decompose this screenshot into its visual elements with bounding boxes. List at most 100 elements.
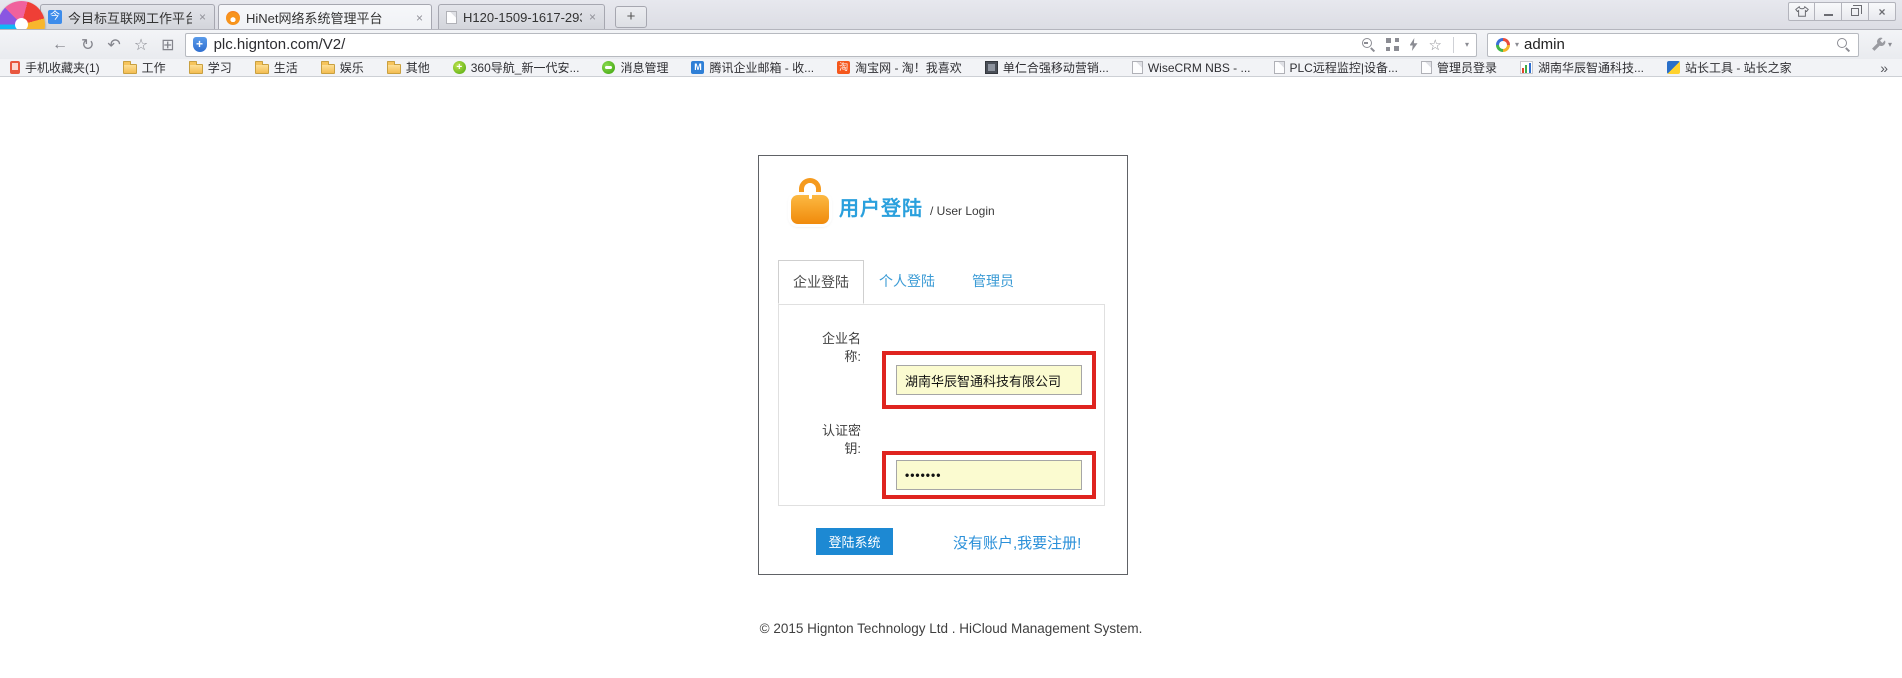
taobao-icon: 淘 (837, 61, 850, 74)
tools-menu-button[interactable]: ▾ (1871, 37, 1892, 52)
browser-tab-strip: 今 今目标互联网工作平台 × HiNet网络系统管理平台 × H120-1509… (0, 0, 1902, 29)
bookmark-label: 360导航_新一代安... (471, 59, 580, 76)
bookmark-taobao[interactable]: 淘 淘宝网 - 淘！我喜欢 (837, 59, 962, 76)
address-bar[interactable]: + plc.hignton.com/V2/ ☆ ▾ (185, 33, 1477, 57)
refresh-button[interactable]: ↻ (81, 35, 94, 55)
bookmark-folder-entertainment[interactable]: 娱乐 (321, 59, 364, 76)
bookmark-tencent-mail[interactable]: M 腾讯企业邮箱 - 收... (691, 59, 814, 76)
bookmark-label: 站长工具 - 站长之家 (1685, 59, 1792, 76)
bookmark-folder-study[interactable]: 学习 (189, 59, 232, 76)
bookmark-plc-monitor[interactable]: PLC远程监控|设备... (1274, 59, 1398, 76)
doc-icon (1274, 61, 1285, 74)
enterprise-name-input[interactable] (896, 365, 1082, 395)
bookmark-admin-login[interactable]: 管理员登录 (1421, 59, 1497, 76)
restore-button[interactable] (1842, 2, 1869, 21)
360-nav-icon: + (453, 61, 466, 74)
search-engine-dropdown-icon[interactable]: ▾ (1515, 40, 1519, 49)
lock-icon (791, 178, 829, 224)
minimize-button[interactable] (1815, 2, 1842, 21)
bookmark-label: 工作 (142, 59, 166, 76)
divider (1453, 37, 1454, 53)
tab-title: 今目标互联网工作平台 (68, 8, 192, 27)
folder-icon (189, 64, 203, 74)
bookmark-chinaz[interactable]: 站长工具 - 站长之家 (1667, 59, 1792, 76)
search-input[interactable]: admin (1524, 36, 1832, 53)
browser-toolbar: ← ↻ ↶ ☆ ⊞ + plc.hignton.com/V2/ ☆ ▾ ▾ ad… (0, 29, 1902, 59)
tab-enterprise-login[interactable]: 企业登陆 (778, 260, 864, 304)
bookmark-wisecrm[interactable]: WiseCRM NBS - ... (1132, 61, 1251, 75)
qr-code-icon[interactable] (1386, 38, 1399, 51)
login-button[interactable]: 登陆系统 (816, 528, 893, 555)
favorite-button[interactable]: ☆ (134, 35, 148, 55)
zoom-icon[interactable] (1362, 38, 1375, 51)
bookmark-label: 手机收藏夹(1) (25, 59, 100, 76)
star-bookmark-icon[interactable]: ☆ (1429, 36, 1442, 54)
bookmark-label: PLC远程监控|设备... (1290, 59, 1398, 76)
login-form: 企业名称: 认证密钥: (778, 304, 1105, 506)
shield-icon[interactable]: + (193, 37, 207, 52)
url-dropdown-icon[interactable]: ▾ (1465, 40, 1469, 49)
back-button[interactable]: ← (52, 36, 68, 54)
search-icon[interactable] (1837, 38, 1850, 51)
bookmark-label: 其他 (406, 59, 430, 76)
bookmark-mobile-favorites[interactable]: 手机收藏夹(1) (10, 59, 100, 76)
enterprise-name-highlight (882, 351, 1096, 409)
skin-button[interactable] (1788, 2, 1815, 21)
bookmark-message-manage[interactable]: 消息管理 (602, 59, 668, 76)
tab-close-icon[interactable]: × (415, 11, 424, 25)
page-content: 用户登陆 / User Login 企业登陆 个人登陆 管理员 企业名称: 认证… (0, 78, 1902, 678)
tab-close-icon[interactable]: × (588, 10, 597, 24)
doc-icon (1421, 61, 1432, 74)
window-controls: × (1788, 2, 1896, 21)
close-window-button[interactable]: × (1869, 2, 1896, 21)
bookmark-shanren[interactable]: 单仁合强移动营销... (985, 59, 1109, 76)
bookmarks-overflow-button[interactable]: » (1880, 60, 1892, 76)
bookmark-360-nav[interactable]: + 360导航_新一代安... (453, 59, 580, 76)
lightning-icon[interactable] (1410, 38, 1418, 51)
search-bar[interactable]: ▾ admin (1487, 33, 1859, 57)
tools-dropdown-icon: ▾ (1888, 40, 1892, 49)
auth-key-label: 认证密钥: (817, 422, 861, 458)
new-tab-button[interactable]: + (615, 6, 647, 28)
minimize-icon (1824, 14, 1833, 16)
close-icon: × (1878, 5, 1885, 19)
grid-button[interactable]: ⊞ (161, 35, 174, 55)
bookmark-folder-other[interactable]: 其他 (387, 59, 430, 76)
browser-tab-h120[interactable]: H120-1509-1617-2932-77 × (438, 4, 605, 29)
folder-icon (387, 64, 401, 74)
folder-icon (123, 64, 137, 74)
url-text[interactable]: plc.hignton.com/V2/ (214, 36, 346, 53)
tab-close-icon[interactable]: × (198, 10, 207, 24)
bookmark-folder-life[interactable]: 生活 (255, 59, 298, 76)
auth-key-highlight (882, 451, 1096, 499)
bookmark-label: 生活 (274, 59, 298, 76)
folder-icon (255, 64, 269, 74)
bar-chart-icon (1520, 61, 1533, 74)
wrench-icon (1871, 37, 1886, 52)
chinaz-icon (1667, 61, 1680, 74)
bookmark-label: 学习 (208, 59, 232, 76)
undo-button[interactable]: ↶ (107, 35, 120, 55)
browser-tab-jinmubiao[interactable]: 今 今目标互联网工作平台 × (40, 4, 215, 29)
message-icon (602, 61, 615, 74)
login-tabs: 企业登陆 个人登陆 管理员 (778, 260, 1036, 304)
hinet-favicon-icon (226, 11, 240, 25)
login-title: 用户登陆 (839, 192, 923, 221)
restore-icon (1851, 8, 1859, 16)
bookmark-label: 淘宝网 - 淘！我喜欢 (855, 59, 962, 76)
bookmark-label: 消息管理 (620, 59, 668, 76)
bookmark-huachen-tech[interactable]: 湖南华辰智通科技... (1520, 59, 1644, 76)
bookmark-label: 娱乐 (340, 59, 364, 76)
tab-personal-login[interactable]: 个人登陆 (864, 260, 950, 304)
doc-icon (1132, 61, 1143, 74)
tab-admin[interactable]: 管理员 (950, 260, 1036, 304)
search-engine-icon[interactable] (1496, 38, 1510, 52)
document-favicon-icon (446, 11, 457, 24)
register-link[interactable]: 没有账户,我要注册! (953, 532, 1081, 553)
bookmark-folder-work[interactable]: 工作 (123, 59, 166, 76)
auth-key-input[interactable] (896, 460, 1082, 490)
copyright-footer: © 2015 Hignton Technology Ltd . HiCloud … (0, 621, 1902, 636)
login-panel: 用户登陆 / User Login 企业登陆 个人登陆 管理员 企业名称: 认证… (758, 155, 1128, 575)
bookmark-label: WiseCRM NBS - ... (1148, 61, 1251, 75)
browser-tab-hinet-active[interactable]: HiNet网络系统管理平台 × (218, 4, 432, 30)
